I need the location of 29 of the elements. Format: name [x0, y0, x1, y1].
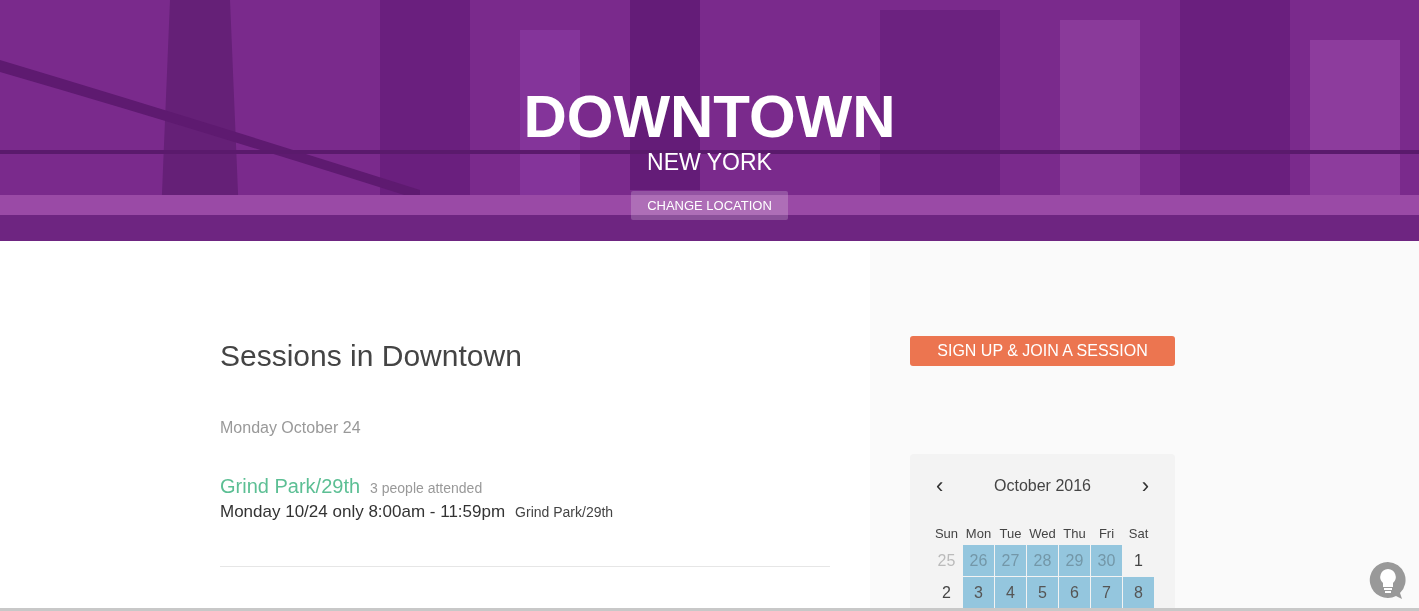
- session-link[interactable]: Grind Park/29th: [220, 475, 361, 498]
- calendar-day[interactable]: 2: [931, 577, 962, 608]
- location-title: DOWNTOWN: [523, 86, 896, 148]
- weekday-label: Sun: [933, 526, 960, 543]
- attendance-text: 3 people attended: [370, 480, 483, 496]
- weekday-label: Tue: [998, 526, 1023, 543]
- calendar-day[interactable]: 1: [1123, 545, 1154, 576]
- city-subtitle: NEW YORK: [647, 148, 772, 176]
- calendar-day[interactable]: 6: [1059, 577, 1090, 608]
- next-month-button[interactable]: ›: [1137, 474, 1153, 498]
- weekday-label: Mon: [964, 526, 993, 543]
- lightbulb-help-icon[interactable]: [1369, 561, 1407, 599]
- weekday-label: Wed: [1028, 526, 1057, 543]
- calendar-day[interactable]: 4: [995, 577, 1026, 608]
- weekday-label: Thu: [1062, 526, 1087, 543]
- calendar-day[interactable]: 5: [1027, 577, 1058, 608]
- signup-button[interactable]: SIGN UP & JOIN A SESSION: [910, 336, 1175, 366]
- date-label: Monday October 24: [220, 419, 362, 437]
- venue-text: Grind Park/29th: [515, 504, 614, 520]
- change-location-button[interactable]: CHANGE LOCATION: [631, 191, 788, 220]
- calendar-day[interactable]: 7: [1091, 577, 1122, 608]
- sessions-heading: Sessions in Downtown: [220, 339, 523, 373]
- weekday-label: Fri: [1097, 526, 1116, 543]
- weekday-label: Sat: [1127, 526, 1150, 543]
- month-title: October 2016: [994, 477, 1091, 495]
- calendar-day[interactable]: 8: [1123, 577, 1154, 608]
- calendar-day[interactable]: 3: [963, 577, 994, 608]
- schedule-text: Monday 10/24 only 8:00am - 11:59pm: [220, 502, 506, 522]
- previous-month-button[interactable]: ‹: [932, 474, 948, 498]
